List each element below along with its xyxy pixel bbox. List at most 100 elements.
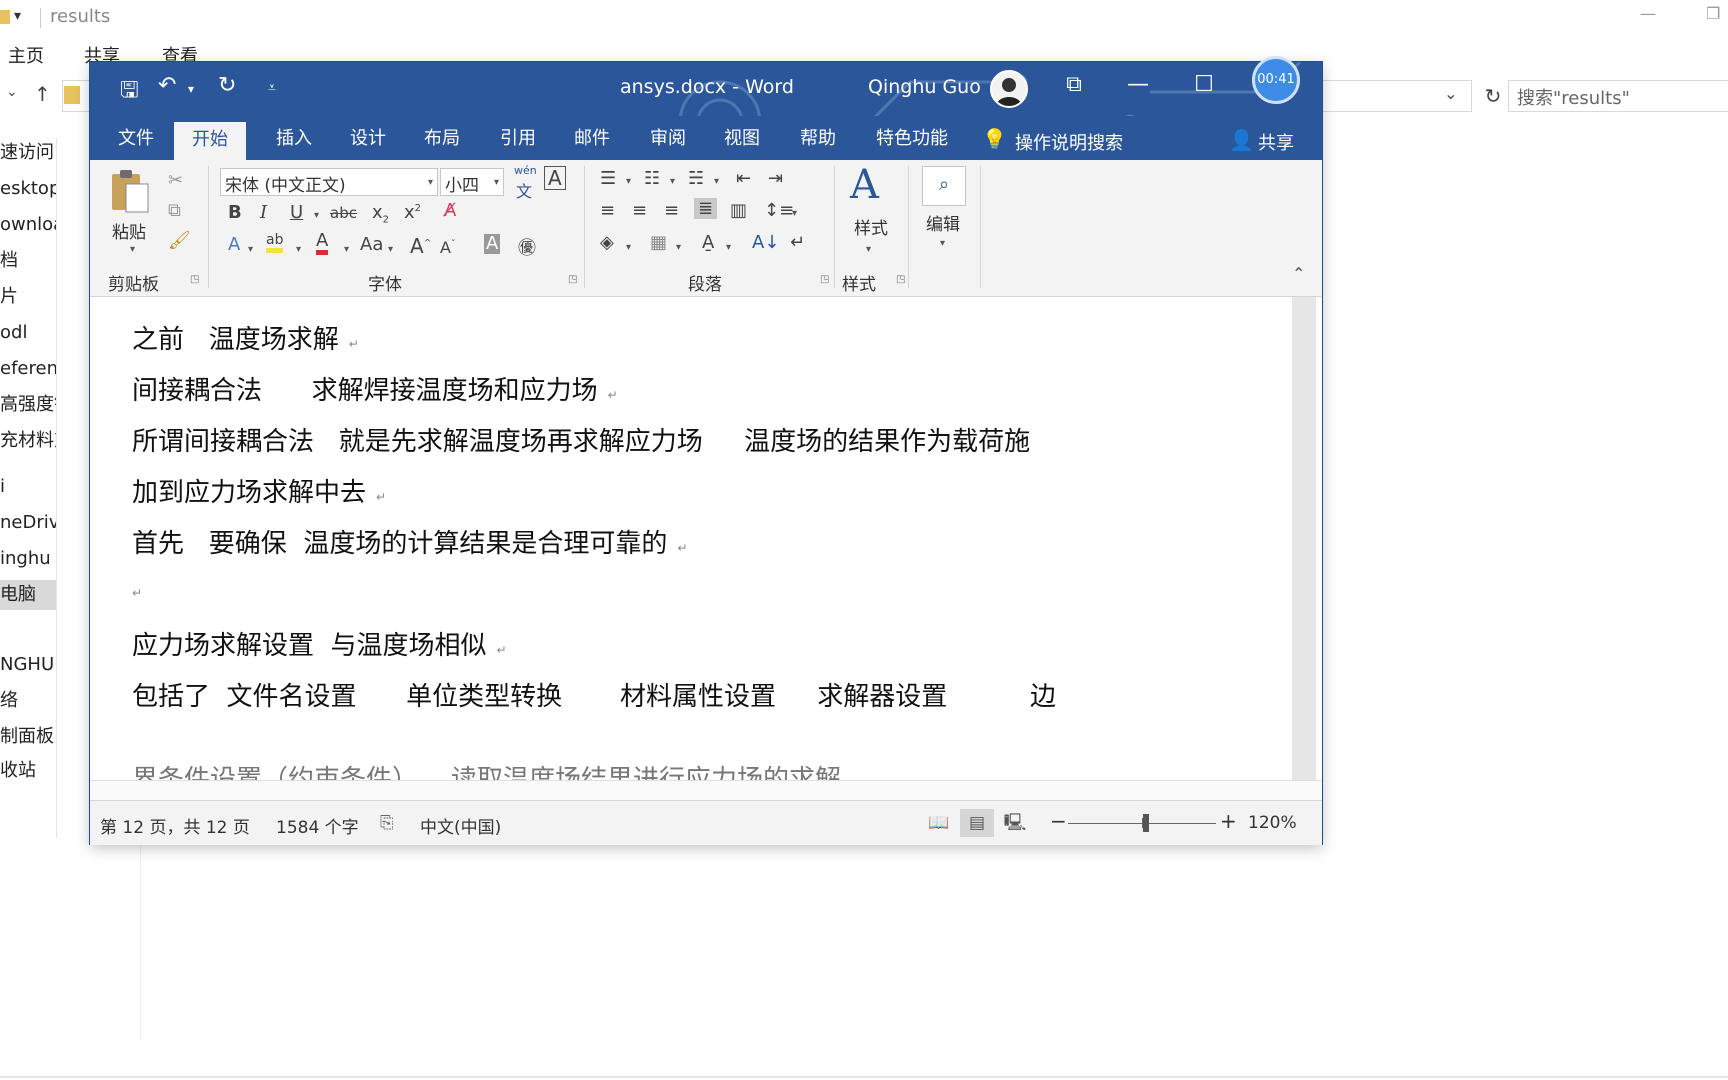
paste-icon[interactable] xyxy=(108,168,152,216)
underline-dropdown-icon[interactable]: ▾ xyxy=(314,210,319,221)
search-input[interactable]: 搜索"results" xyxy=(1508,80,1728,112)
chevron-down-icon[interactable]: ▾ xyxy=(726,242,731,253)
nav-item[interactable]: esktop xyxy=(0,174,56,204)
chevron-down-icon[interactable]: ▾ xyxy=(388,244,393,255)
document-canvas[interactable]: ‾‾‾‾ 之前 温度场求解↵ 间接耦合法 求解焊接温度场和应力场↵ 所谓间接耦合… xyxy=(90,297,1322,780)
chevron-down-icon[interactable]: ▾ xyxy=(792,208,797,219)
phonetic-char-icon[interactable]: 文 xyxy=(516,178,532,202)
nav-item[interactable]: ownloads xyxy=(0,210,56,240)
increase-indent-icon[interactable]: ⇥ xyxy=(768,168,783,189)
highlight-icon[interactable]: ab xyxy=(266,232,284,253)
distributed-icon[interactable]: ▥ xyxy=(730,200,747,221)
styles-icon[interactable]: A xyxy=(850,162,879,208)
nav-item[interactable]: inghu Guo xyxy=(0,544,56,574)
superscript-icon[interactable]: x2 xyxy=(404,202,421,223)
proofing-icon[interactable]: ⎘ xyxy=(380,813,394,833)
dialog-launcher-icon[interactable]: ◳ xyxy=(190,274,199,285)
tab-references[interactable]: 引用 xyxy=(500,124,536,160)
font-size-combobox[interactable]: 小四 ▾ xyxy=(440,168,504,196)
tab-insert[interactable]: 插入 xyxy=(276,124,312,160)
show-marks-icon[interactable]: ↵ xyxy=(790,232,805,253)
borders-icon[interactable]: ▦ xyxy=(650,232,667,253)
avatar[interactable] xyxy=(990,70,1028,108)
change-case-icon[interactable]: Aa xyxy=(360,234,383,255)
sort-icon[interactable]: A↓ xyxy=(752,232,779,253)
chevron-down-icon[interactable]: ▾ xyxy=(714,176,719,187)
nav-item[interactable]: 收站 xyxy=(0,756,36,786)
chevron-down-icon[interactable]: ⌄ xyxy=(1444,84,1457,103)
undo-icon[interactable]: ↶ xyxy=(158,73,176,98)
tab-mailings[interactable]: 邮件 xyxy=(574,124,610,160)
chinese-layout-icon[interactable]: A̱ xyxy=(702,232,714,253)
tab-review[interactable]: 审阅 xyxy=(650,124,686,160)
chevron-down-icon[interactable]: ▾ xyxy=(866,244,871,255)
nav-item[interactable]: 速访问 xyxy=(0,138,54,168)
nav-item[interactable]: NGHU GU xyxy=(0,650,56,680)
ribbon-display-options-icon[interactable]: ⧉ xyxy=(1054,72,1094,97)
chevron-down-icon[interactable]: ▾ xyxy=(626,242,631,253)
tab-special-features[interactable]: 特色功能 xyxy=(876,124,948,160)
underline-icon[interactable]: U xyxy=(290,202,303,223)
tab-file[interactable]: 文件 xyxy=(118,124,154,160)
nav-item[interactable]: 档 xyxy=(0,246,18,276)
refresh-icon[interactable]: ↻ xyxy=(1476,80,1510,112)
format-painter-icon[interactable]: 🖌 xyxy=(168,230,191,251)
justify-icon[interactable]: ≣ xyxy=(694,198,718,219)
restore-icon[interactable]: ❐ xyxy=(1706,4,1720,23)
chevron-down-icon[interactable]: ▾ xyxy=(940,238,945,249)
chevron-down-icon[interactable]: ▾ xyxy=(494,177,499,188)
collapse-ribbon-icon[interactable]: ⌃ xyxy=(1292,264,1305,283)
line-spacing-icon[interactable]: ↕≡ xyxy=(764,200,794,221)
chevron-down-icon[interactable]: ▾ xyxy=(670,176,675,187)
nav-item[interactable]: 制面板 xyxy=(0,722,54,752)
decrease-indent-icon[interactable]: ⇤ xyxy=(736,168,751,189)
multilevel-list-icon[interactable]: ☵ xyxy=(688,168,704,189)
chevron-down-icon[interactable]: ▾ xyxy=(626,176,631,187)
nav-item-this-pc[interactable]: 电脑 xyxy=(0,580,56,610)
styles-button[interactable]: 样式 xyxy=(854,214,888,239)
phonetic-guide-icon[interactable]: wén xyxy=(514,164,537,177)
dialog-launcher-icon[interactable]: ◳ xyxy=(568,274,577,285)
align-left-icon[interactable]: ≡ xyxy=(600,200,615,221)
nav-item[interactable]: neDrive xyxy=(0,508,56,538)
word-count[interactable]: 1584 个字 xyxy=(276,813,359,838)
minimize-icon[interactable]: — xyxy=(1640,4,1656,23)
cut-icon[interactable]: ✂ xyxy=(168,170,183,191)
chevron-down-icon[interactable]: ▾ xyxy=(248,244,253,255)
quick-access-dropdown-icon[interactable]: ▾ xyxy=(14,8,21,24)
bullets-icon[interactable]: ☰ xyxy=(600,168,616,189)
customize-quick-access-icon[interactable]: ⩡ xyxy=(268,80,276,96)
align-center-icon[interactable]: ≡ xyxy=(632,200,647,221)
enclose-chars-icon[interactable]: ㊝ xyxy=(518,234,536,260)
zoom-slider-thumb[interactable] xyxy=(1143,814,1149,832)
share-button[interactable]: 共享 xyxy=(1258,129,1294,155)
zoom-out-icon[interactable]: − xyxy=(1050,809,1067,833)
nav-item[interactable]: i xyxy=(0,472,5,502)
italic-icon[interactable]: I xyxy=(260,202,267,223)
font-name-combobox[interactable]: 宋体 (中文正文) ▾ xyxy=(220,168,438,196)
horizontal-scroll-area[interactable] xyxy=(90,780,1322,801)
nav-item[interactable]: 充材料对P9 xyxy=(0,426,56,456)
read-mode-icon[interactable]: 📖 xyxy=(922,809,956,837)
shading-icon[interactable]: ◈ xyxy=(600,232,614,253)
dialog-launcher-icon[interactable]: ◳ xyxy=(820,274,829,285)
subscript-icon[interactable]: x2 xyxy=(372,202,389,226)
chevron-down-icon[interactable]: ▾ xyxy=(428,177,433,188)
dialog-launcher-icon[interactable]: ◳ xyxy=(896,274,905,285)
tab-help[interactable]: 帮助 xyxy=(800,124,836,160)
nav-item[interactable]: 高强度钢相 xyxy=(0,390,56,420)
font-color-icon[interactable]: A xyxy=(316,232,329,255)
save-icon[interactable]: 🖫 xyxy=(120,73,139,111)
clear-formatting-icon[interactable]: A̸ xyxy=(444,200,456,221)
paste-dropdown-icon[interactable]: ▾ xyxy=(130,244,135,255)
tell-me-search[interactable]: 操作说明搜索 xyxy=(1015,129,1123,155)
grow-font-icon[interactable]: A^ xyxy=(410,234,431,258)
user-name[interactable]: Qinghu Guo xyxy=(868,76,981,98)
chevron-down-icon[interactable]: ▾ xyxy=(344,244,349,255)
bold-icon[interactable]: B xyxy=(228,202,242,223)
nav-item[interactable]: odl xyxy=(0,318,27,348)
tab-design[interactable]: 设计 xyxy=(350,124,386,160)
nav-item[interactable]: 络 xyxy=(0,686,18,716)
search-icon[interactable]: ⌕ xyxy=(922,166,966,206)
web-layout-icon[interactable]: 🖳 xyxy=(998,809,1032,837)
